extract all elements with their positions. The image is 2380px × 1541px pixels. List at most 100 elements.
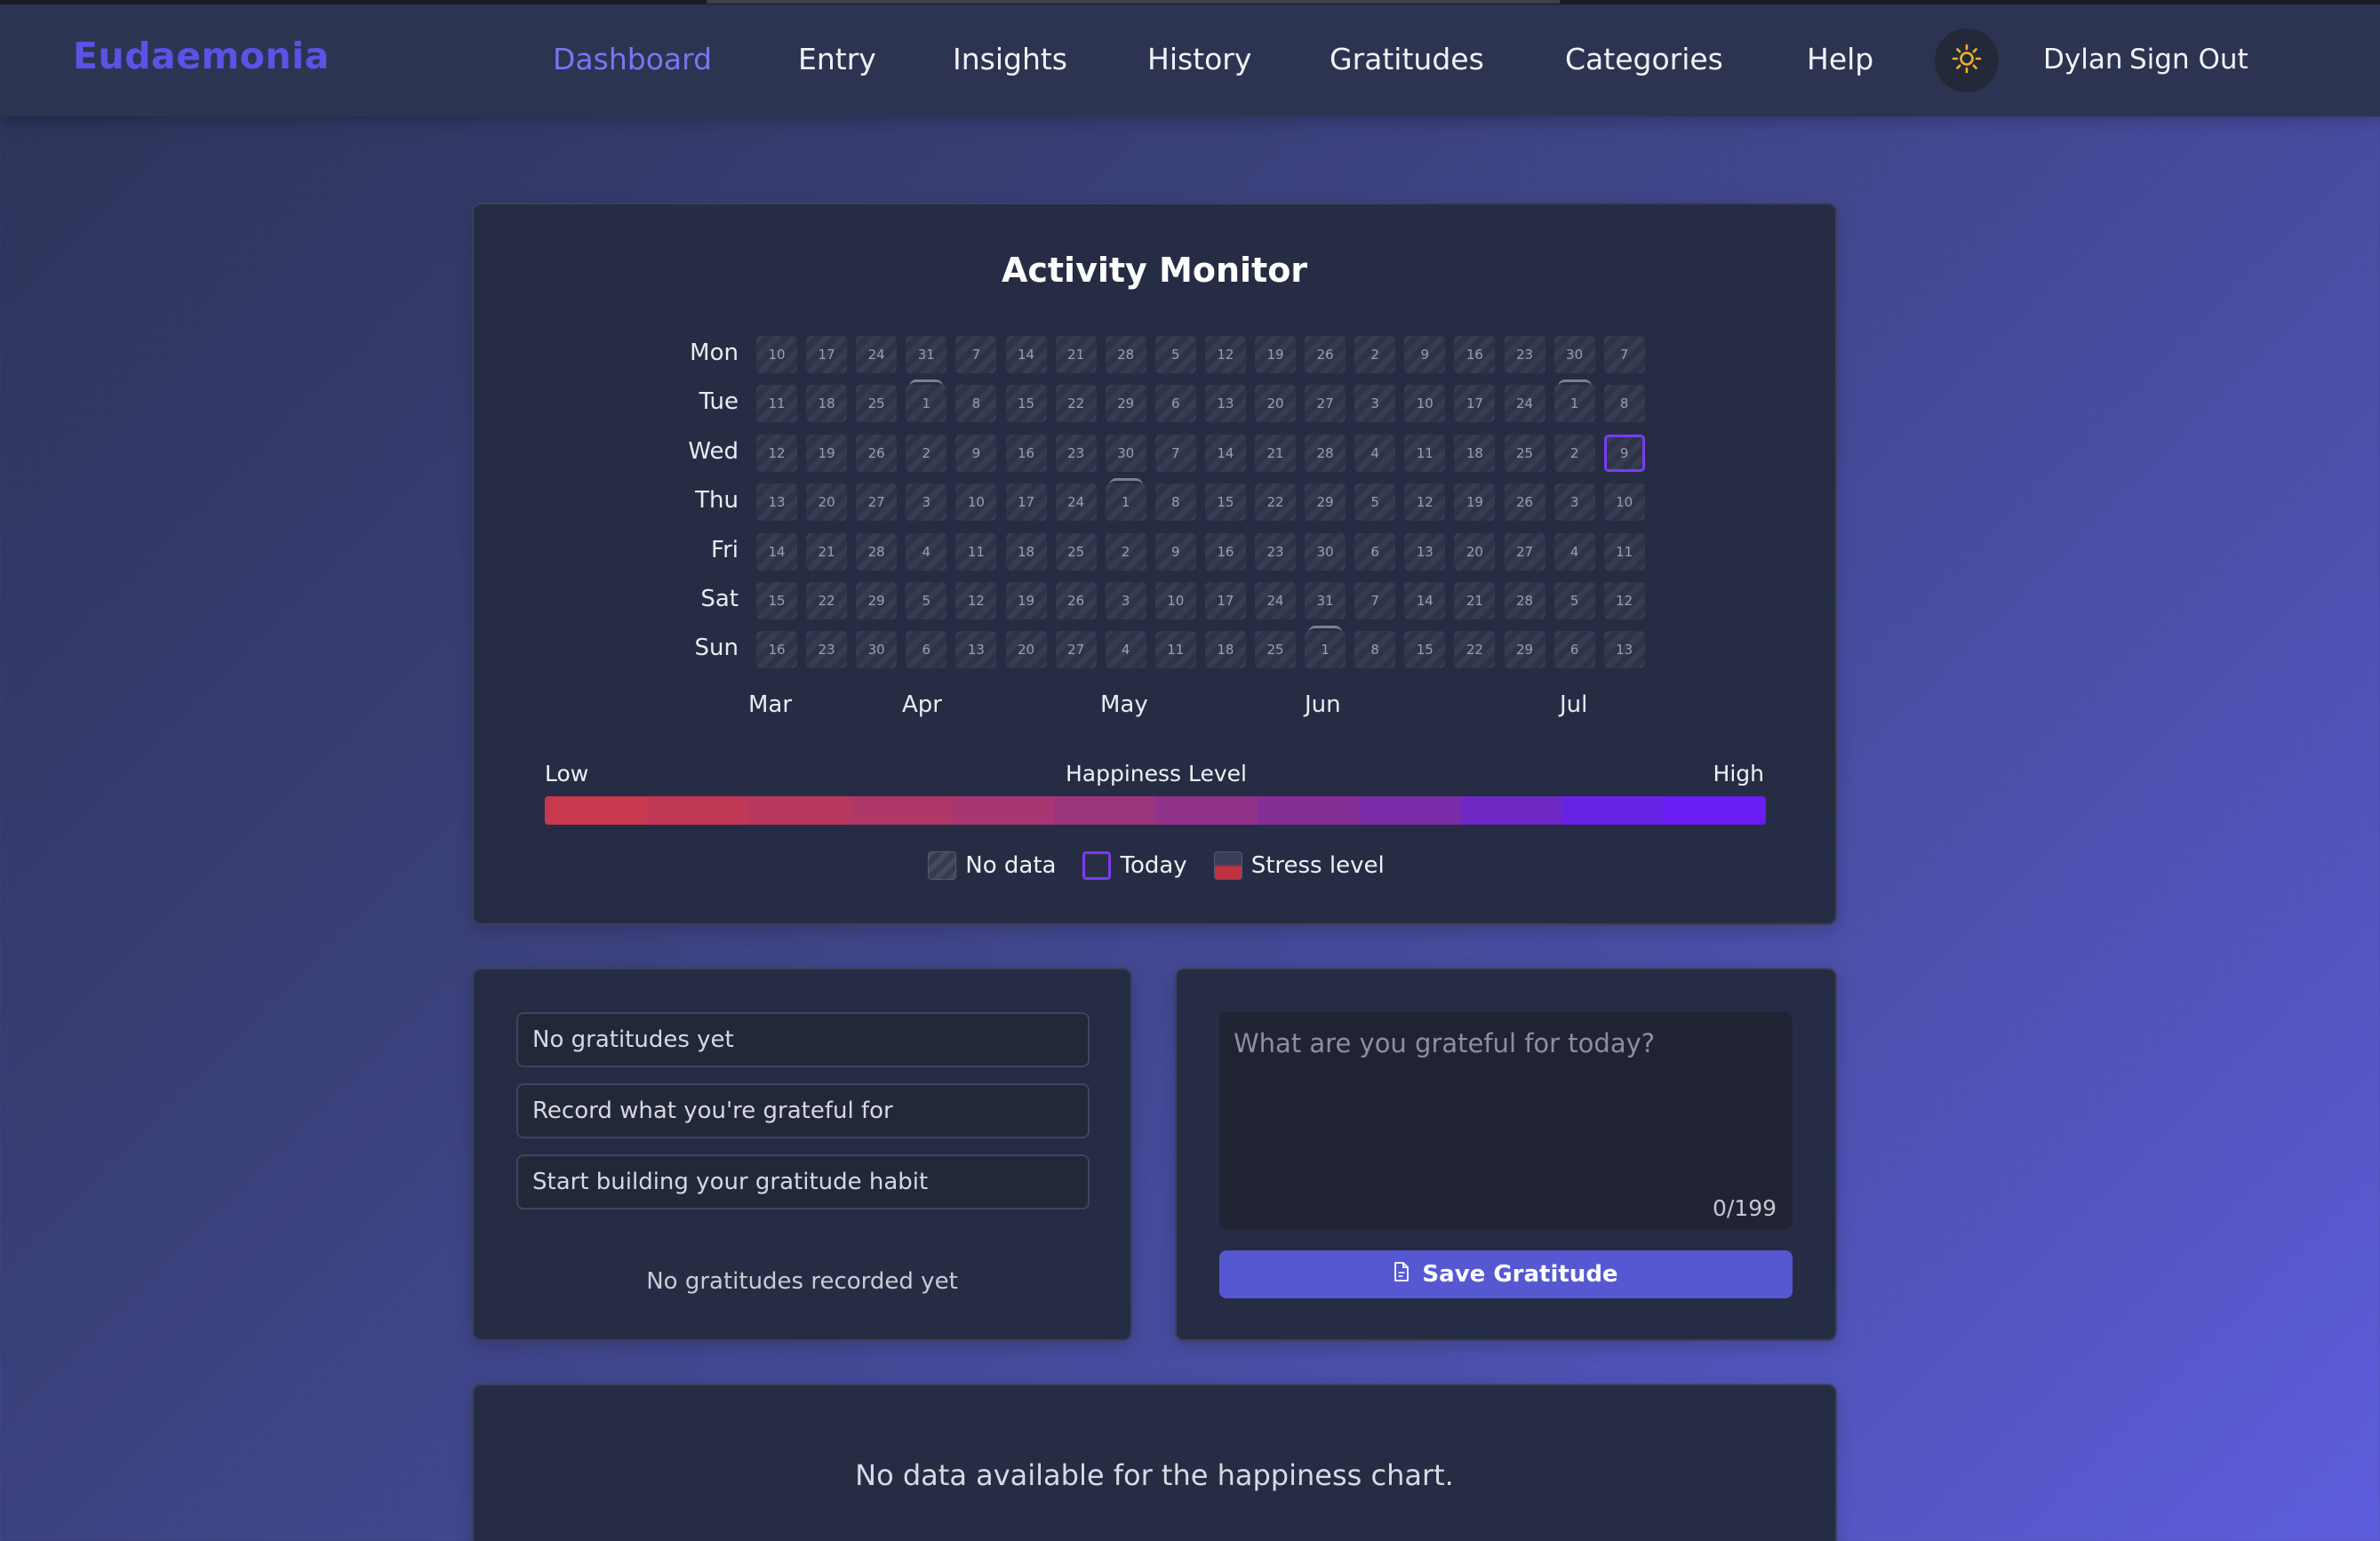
heatmap-day-cell[interactable]: 25 <box>1504 434 1545 472</box>
heatmap-day-cell[interactable]: 1 <box>1553 379 1595 423</box>
heatmap-day-cell[interactable]: 14 <box>1005 336 1047 373</box>
heatmap-day-cell[interactable]: 19 <box>1005 582 1047 619</box>
heatmap-day-cell[interactable]: 27 <box>1504 532 1545 571</box>
heatmap-day-cell[interactable]: 10 <box>955 483 997 522</box>
heatmap-day-cell[interactable]: 14 <box>756 532 797 571</box>
heatmap-day-cell[interactable]: 19 <box>1255 336 1296 373</box>
heatmap-day-cell[interactable]: 18 <box>1005 532 1047 571</box>
heatmap-day-cell[interactable]: 6 <box>1154 385 1196 423</box>
heatmap-day-cell[interactable]: 24 <box>1055 483 1097 522</box>
heatmap-day-cell[interactable]: 18 <box>1204 631 1246 669</box>
heatmap-day-cell[interactable]: 1 <box>906 379 947 423</box>
heatmap-day-cell[interactable]: 29 <box>1504 631 1545 669</box>
nav-categories[interactable]: Categories <box>1565 42 1723 76</box>
heatmap-day-cell[interactable]: 19 <box>806 434 848 472</box>
heatmap-day-cell[interactable]: 2 <box>1553 434 1595 472</box>
heatmap-day-cell[interactable]: 4 <box>906 532 947 571</box>
heatmap-day-cell[interactable]: 30 <box>1553 336 1595 373</box>
heatmap-day-cell[interactable]: 3 <box>1553 483 1595 522</box>
heatmap-day-cell[interactable]: 25 <box>856 385 898 423</box>
nav-dashboard[interactable]: Dashboard <box>553 42 712 76</box>
heatmap-day-cell[interactable]: 12 <box>756 434 797 472</box>
heatmap-day-cell[interactable]: 19 <box>1454 483 1496 522</box>
heatmap-day-cell[interactable]: 22 <box>806 582 848 619</box>
heatmap-day-cell[interactable]: 3 <box>1105 582 1146 619</box>
heatmap-day-cell[interactable]: 15 <box>756 582 797 619</box>
heatmap-day-cell[interactable]: 15 <box>1005 385 1047 423</box>
heatmap-day-cell[interactable]: 30 <box>1305 532 1346 571</box>
heatmap-day-cell[interactable]: 20 <box>806 483 848 522</box>
heatmap-day-cell[interactable]: 12 <box>1603 582 1645 619</box>
heatmap-day-cell[interactable]: 29 <box>856 582 898 619</box>
heatmap-day-cell[interactable]: 8 <box>955 385 997 423</box>
heatmap-day-cell[interactable]: 16 <box>1204 532 1246 571</box>
heatmap-day-cell[interactable]: 3 <box>1354 385 1396 423</box>
heatmap-day-cell[interactable]: 22 <box>1055 385 1097 423</box>
heatmap-day-cell[interactable]: 2 <box>906 434 947 472</box>
heatmap-day-cell[interactable]: 4 <box>1105 631 1146 669</box>
heatmap-day-cell[interactable]: 1 <box>1105 478 1146 522</box>
heatmap-day-cell[interactable]: 25 <box>1255 631 1296 669</box>
heatmap-day-cell[interactable]: 28 <box>1105 336 1146 373</box>
heatmap-day-cell[interactable]: 16 <box>1454 336 1496 373</box>
heatmap-day-cell[interactable]: 8 <box>1354 631 1396 669</box>
gratitude-input[interactable] <box>1219 1012 1793 1229</box>
heatmap-day-cell[interactable]: 28 <box>1504 582 1545 619</box>
nav-gratitudes[interactable]: Gratitudes <box>1330 42 1484 76</box>
heatmap-day-cell[interactable]: 13 <box>1404 532 1446 571</box>
heatmap-day-cell[interactable]: 7 <box>1354 582 1396 619</box>
heatmap-day-cell[interactable]: 7 <box>955 336 997 373</box>
heatmap-day-cell[interactable]: 15 <box>1404 631 1446 669</box>
heatmap-day-cell[interactable]: 11 <box>1154 631 1196 669</box>
heatmap-day-cell[interactable]: 5 <box>1354 483 1396 522</box>
heatmap-day-cell[interactable]: 17 <box>1454 385 1496 423</box>
save-gratitude-button[interactable]: Save Gratitude <box>1219 1250 1793 1298</box>
heatmap-day-cell[interactable]: 11 <box>955 532 997 571</box>
heatmap-day-cell[interactable]: 30 <box>856 631 898 669</box>
heatmap-day-cell[interactable]: 28 <box>856 532 898 571</box>
nav-insights[interactable]: Insights <box>953 42 1067 76</box>
heatmap-day-cell[interactable]: 20 <box>1454 532 1496 571</box>
heatmap-day-cell[interactable]: 1 <box>1305 626 1346 669</box>
heatmap-day-cell[interactable]: 14 <box>1404 582 1446 619</box>
nav-entry[interactable]: Entry <box>798 42 876 76</box>
heatmap-day-cell[interactable]: 7 <box>1154 434 1196 472</box>
heatmap-day-cell[interactable]: 29 <box>1105 385 1146 423</box>
heatmap-day-cell[interactable]: 21 <box>806 532 848 571</box>
heatmap-day-cell[interactable]: 22 <box>1454 631 1496 669</box>
heatmap-day-cell[interactable]: 13 <box>1603 631 1645 669</box>
heatmap-day-cell[interactable]: 30 <box>1105 434 1146 472</box>
heatmap-day-cell[interactable]: 23 <box>1055 434 1097 472</box>
heatmap-day-cell[interactable]: 17 <box>1204 582 1246 619</box>
heatmap-day-cell[interactable]: 2 <box>1354 336 1396 373</box>
heatmap-day-cell[interactable]: 14 <box>1204 434 1246 472</box>
heatmap-day-cell[interactable]: 12 <box>955 582 997 619</box>
heatmap-day-cell[interactable]: 9 <box>1154 532 1196 571</box>
brand-logo[interactable]: Eudaemonia <box>73 35 330 77</box>
heatmap-day-cell[interactable]: 21 <box>1255 434 1296 472</box>
theme-toggle-button[interactable] <box>1935 28 1999 92</box>
heatmap-day-cell[interactable]: 5 <box>1553 582 1595 619</box>
heatmap-day-cell[interactable]: 10 <box>756 336 797 373</box>
heatmap-day-cell[interactable]: 23 <box>806 631 848 669</box>
heatmap-day-cell[interactable]: 12 <box>1204 336 1246 373</box>
heatmap-day-cell[interactable]: 6 <box>1553 631 1595 669</box>
heatmap-day-cell[interactable]: 24 <box>1504 385 1545 423</box>
heatmap-day-cell[interactable]: 8 <box>1603 385 1645 423</box>
heatmap-day-cell[interactable]: 29 <box>1305 483 1346 522</box>
heatmap-day-cell[interactable]: 20 <box>1255 385 1296 423</box>
heatmap-day-cell[interactable]: 27 <box>856 483 898 522</box>
heatmap-day-cell[interactable]: 5 <box>906 582 947 619</box>
heatmap-day-cell[interactable]: 13 <box>955 631 997 669</box>
heatmap-day-cell[interactable]: 21 <box>1454 582 1496 619</box>
heatmap-day-cell[interactable]: 17 <box>1005 483 1047 522</box>
heatmap-day-cell[interactable]: 31 <box>1305 582 1346 619</box>
heatmap-day-cell[interactable]: 10 <box>1154 582 1196 619</box>
heatmap-day-cell[interactable]: 13 <box>1204 385 1246 423</box>
heatmap-day-cell[interactable]: 9 <box>1404 336 1446 373</box>
heatmap-day-cell[interactable]: 15 <box>1204 483 1246 522</box>
heatmap-day-cell[interactable]: 28 <box>1305 434 1346 472</box>
heatmap-day-cell[interactable]: 9 <box>955 434 997 472</box>
heatmap-day-cell[interactable]: 18 <box>806 385 848 423</box>
heatmap-day-cell[interactable]: 6 <box>1354 532 1396 571</box>
